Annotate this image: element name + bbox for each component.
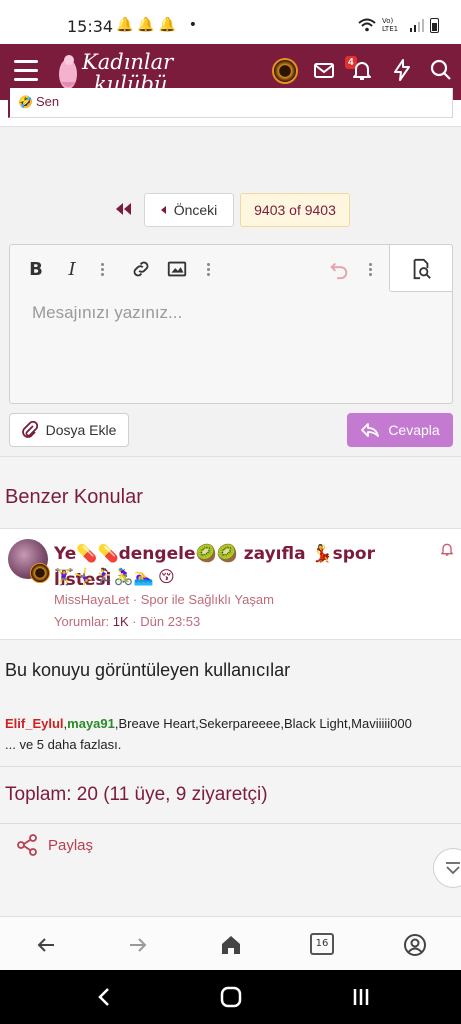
- reply-icon: [361, 423, 380, 437]
- viewers-list: Elif_Eylul,maya91,Breave Heart,Sekerpare…: [5, 716, 412, 752]
- replies-label: Yorumlar:: [54, 614, 110, 629]
- logo-mark-icon: [59, 55, 77, 89]
- attach-file-label: Dosya Ekle: [45, 422, 117, 438]
- reply-button[interactable]: Cevapla: [347, 413, 453, 447]
- post-snippet-text: Sen: [36, 94, 60, 109]
- previous-post-snippet: 🤣 Sen: [8, 88, 453, 118]
- italic-button[interactable]: I: [62, 257, 82, 281]
- mail-icon[interactable]: [312, 58, 336, 82]
- viewer-link[interactable]: maya91: [67, 716, 115, 731]
- reply-label: Cevapla: [388, 422, 440, 438]
- preview-button[interactable]: [389, 244, 453, 292]
- more-insert-icon[interactable]: [206, 257, 210, 281]
- divider: [0, 823, 461, 824]
- status-right: Vo) LTE1: [358, 17, 439, 33]
- thread-forum[interactable]: Spor ile Sağlıklı Yaşam: [141, 592, 274, 607]
- forward-arrow-icon[interactable]: [126, 933, 150, 957]
- attach-file-button[interactable]: Dosya Ekle: [9, 413, 129, 447]
- emoji-icon: 🤣: [18, 95, 33, 109]
- similar-threads-heading: Benzer Konular: [5, 486, 143, 508]
- watch-bell-icon[interactable]: [439, 541, 455, 557]
- user-avatar[interactable]: [272, 58, 298, 84]
- browser-navbar: 16: [0, 916, 461, 970]
- viewers-heading: Bu konuyu görüntüleyen kullanıcılar: [5, 660, 291, 680]
- bold-button[interactable]: B: [26, 257, 46, 281]
- similar-thread-item[interactable]: Ye💊💊dengele🥝🥝 zayıfla 💃spor listesi 🏋️‍♀…: [0, 528, 461, 640]
- system-home-icon[interactable]: [220, 986, 242, 1008]
- system-back-icon[interactable]: [94, 986, 116, 1008]
- undo-icon[interactable]: [328, 257, 350, 281]
- paperclip-icon: [21, 421, 38, 438]
- status-time: 15:34: [67, 17, 114, 36]
- viewer-links[interactable]: Breave Heart,Sekerpareeee,Black Light,Ma…: [119, 716, 412, 731]
- thread-title-emoji[interactable]: 🏋️‍♀️🤸‍♀️🏃‍♀️🚴‍♀️🏊‍♀️ 😚: [54, 567, 175, 587]
- tabs-icon[interactable]: 16: [310, 933, 334, 955]
- preview-icon: [413, 258, 431, 280]
- battery-icon: [430, 17, 439, 33]
- message-input[interactable]: Mesajınızı yazınız...: [32, 303, 182, 323]
- share-icon: [17, 834, 37, 856]
- status-bar: 15:34 🔔🔔🔔 • Vo) LTE1: [0, 0, 461, 44]
- menu-icon[interactable]: [14, 60, 38, 82]
- online-total: Toplam: 20 (11 üye, 9 ziyaretçi): [5, 784, 268, 805]
- search-icon[interactable]: [429, 58, 453, 82]
- previous-page-button[interactable]: Önceki: [144, 193, 234, 227]
- system-navbar: [0, 970, 461, 1024]
- logo-text-1: Kadınlar: [82, 50, 174, 74]
- chevron-down-icon: [446, 862, 460, 875]
- network-label: Vo) LTE1: [382, 17, 399, 33]
- caret-left-icon: [160, 206, 166, 214]
- more-viewers[interactable]: ... ve 5 daha fazlası.: [5, 737, 121, 752]
- more-options-icon[interactable]: [368, 257, 372, 281]
- link-icon[interactable]: [130, 257, 152, 281]
- profile-icon[interactable]: [403, 933, 427, 957]
- share-button[interactable]: Paylaş: [16, 834, 93, 856]
- signal-icon: [410, 19, 424, 32]
- thread-stats: Yorumlar: 1K · Dün 23:53: [54, 614, 201, 629]
- share-label: Paylaş: [48, 836, 94, 854]
- replies-count: 1K: [112, 614, 129, 629]
- lightning-icon[interactable]: [390, 58, 414, 82]
- back-arrow-icon[interactable]: [34, 933, 58, 957]
- image-icon[interactable]: [166, 257, 188, 281]
- bell-icon[interactable]: [350, 58, 374, 82]
- divider: [0, 766, 461, 767]
- thread-author[interactable]: MissHayaLet: [54, 592, 129, 607]
- secondary-avatar: [30, 563, 50, 583]
- thread-meta: MissHayaLet · Spor ile Sağlıklı Yaşam: [54, 592, 274, 607]
- editor-toolbar: B I: [10, 244, 453, 293]
- previous-page-label: Önceki: [173, 202, 218, 218]
- current-page-indicator[interactable]: 9403 of 9403: [240, 193, 350, 227]
- viewer-link[interactable]: Elif_Eylul: [5, 716, 64, 731]
- system-recents-icon[interactable]: [350, 986, 372, 1008]
- notification-icons: 🔔🔔🔔 •: [116, 17, 202, 33]
- thread-date[interactable]: Dün 23:53: [140, 614, 200, 629]
- more-format-icon[interactable]: [100, 257, 104, 281]
- first-page-icon[interactable]: [110, 195, 138, 223]
- home-icon[interactable]: [219, 933, 243, 957]
- message-editor: B I Mesajınızı yazınız...: [9, 244, 453, 404]
- wifi-icon: [358, 18, 376, 32]
